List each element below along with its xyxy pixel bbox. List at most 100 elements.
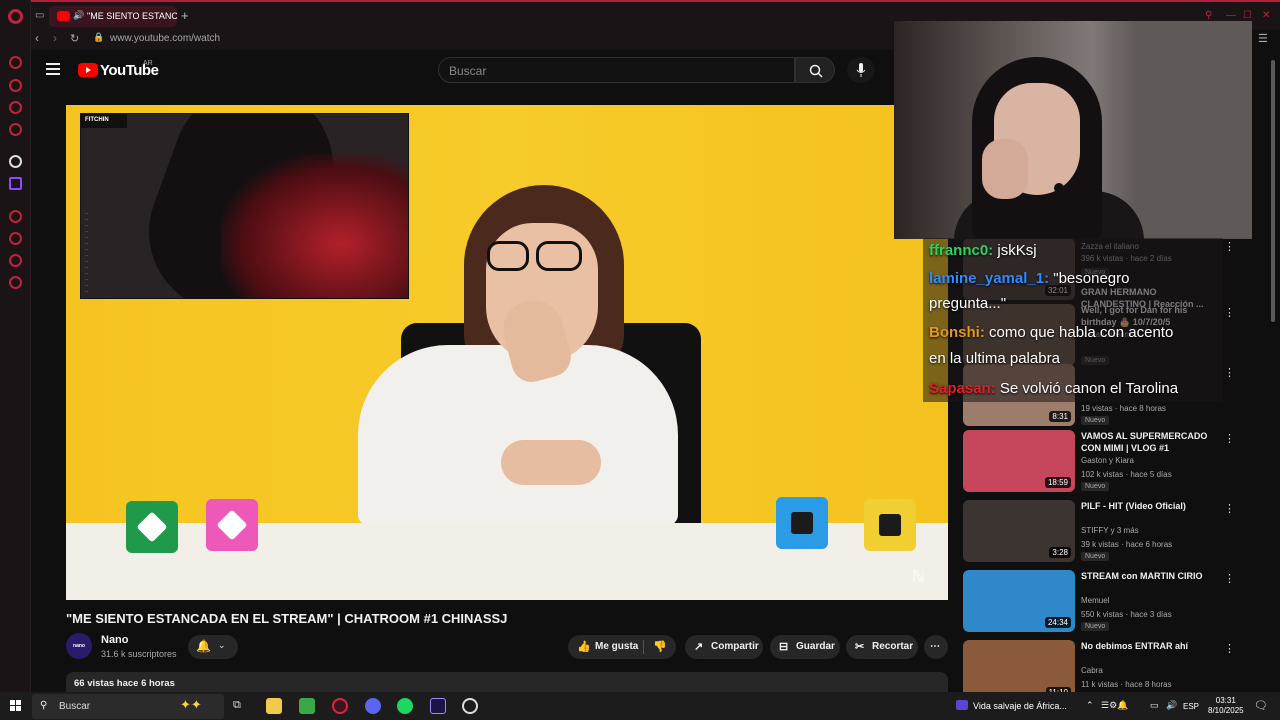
bookmarks-icon[interactable]	[9, 254, 22, 267]
video-duration: 24:34	[1044, 617, 1071, 628]
notifications-icon[interactable]: 🗨	[1254, 699, 1268, 712]
search-input[interactable]: Buscar	[438, 57, 795, 83]
tab-menu-icon[interactable]: ▭	[35, 10, 44, 21]
obs-icon[interactable]	[462, 698, 478, 714]
settings-gear-icon[interactable]	[9, 276, 22, 289]
search-button[interactable]	[795, 57, 835, 83]
overlay-chat-log: ........................................…	[85, 210, 205, 298]
recommendation-channel[interactable]: Gaston y Kiara	[1081, 456, 1134, 465]
like-divider	[643, 640, 644, 654]
recommendation-title[interactable]: VAMOS AL SUPERMERCADO CON MIMI | VLOG #1	[1081, 430, 1216, 454]
spotify-icon[interactable]	[397, 698, 413, 714]
bookmark-icon: ⊟	[779, 641, 789, 653]
webcam-wall	[1134, 21, 1252, 239]
headset-mic	[1054, 183, 1064, 193]
chat-text: jskKsj	[997, 242, 1037, 259]
chat-message: ffrannc0: jskKsj	[929, 240, 1037, 262]
forward-icon[interactable]: ›	[53, 31, 57, 45]
recommendation-item[interactable]: 18:59 VAMOS AL SUPERMERCADO CON MIMI | VL…	[963, 430, 1235, 494]
recommendation-thumbnail[interactable]: 24:34	[963, 570, 1075, 632]
search-tabs-icon[interactable]: ⚲	[1205, 10, 1212, 21]
new-badge: Nuevo	[1081, 622, 1110, 631]
chat-username: Bonshi:	[929, 324, 985, 341]
language-indicator[interactable]: ESP	[1183, 702, 1199, 711]
save-button[interactable]: ⊟ Guardar	[770, 635, 840, 659]
player-icon[interactable]	[9, 210, 22, 223]
scrollbar-thumb[interactable]	[1271, 60, 1275, 322]
close-icon[interactable]: ✕	[1262, 10, 1270, 21]
recommendation-title[interactable]: STREAM con MARTIN CIRIO	[1081, 570, 1216, 582]
new-badge: Nuevo	[1081, 552, 1110, 561]
channel-watermark-icon[interactable]: ℕ	[912, 567, 925, 587]
windows-start-icon[interactable]	[10, 700, 22, 712]
tray-chevron-icon[interactable]: ⌃	[1086, 700, 1094, 711]
diamond-icon	[216, 509, 248, 541]
minimize-icon[interactable]: —	[1226, 10, 1236, 21]
recommendation-channel[interactable]: Memuel	[1081, 596, 1109, 605]
aria-icon[interactable]	[9, 155, 22, 168]
tray-apps-icon[interactable]: ☰⚙🔔	[1101, 700, 1128, 711]
premiere-icon[interactable]	[430, 698, 446, 714]
description-box[interactable]: 66 vistas hace 6 horas	[66, 672, 948, 692]
clock-time: 03:31	[1215, 696, 1236, 705]
speaker-icon[interactable]: 🔊	[73, 10, 84, 21]
share-button[interactable]: ↗ Compartir	[685, 635, 763, 659]
share-icon: ↗	[694, 641, 704, 653]
channel-avatar[interactable]: nano	[66, 633, 92, 659]
clip-button[interactable]: ✂ Recortar	[846, 635, 918, 659]
task-view-icon[interactable]: ⧉	[233, 699, 241, 712]
instagram-icon[interactable]	[9, 123, 22, 136]
recommendation-thumbnail[interactable]: 3:28	[963, 500, 1075, 562]
app-b-icon[interactable]	[299, 698, 315, 714]
kebab-menu-icon[interactable]: ⋮	[1224, 240, 1235, 253]
kebab-menu-icon[interactable]: ⋮	[1224, 502, 1235, 515]
opera-logo-icon[interactable]	[8, 9, 23, 24]
recommendation-channel[interactable]: STIFFY y 3 más	[1081, 526, 1139, 535]
easy-setup-icon[interactable]: ☰	[1258, 32, 1268, 45]
bag-icon[interactable]	[9, 79, 22, 92]
kebab-menu-icon[interactable]: ⋮	[1224, 572, 1235, 585]
opera-taskbar-icon[interactable]	[332, 698, 348, 714]
overlay-label: FITCHIN	[81, 114, 127, 128]
channel-name[interactable]: Nano	[101, 634, 129, 646]
recommendation-item[interactable]: 24:34 STREAM con MARTIN CIRIO Memuel 550 k …	[963, 570, 1235, 634]
maximize-icon[interactable]: ☐	[1243, 10, 1252, 21]
kebab-menu-icon[interactable]: ⋮	[1224, 432, 1235, 445]
more-actions-button[interactable]: ⋯	[924, 635, 948, 659]
history-icon[interactable]	[9, 232, 22, 245]
like-label: Me gusta	[595, 641, 639, 652]
hammer-icon	[791, 512, 813, 534]
save-label: Guardar	[796, 641, 835, 652]
kebab-menu-icon[interactable]: ⋮	[1224, 642, 1235, 655]
scissors-icon: ✂	[855, 641, 865, 653]
clock[interactable]: 03:31 8/10/2025	[1208, 696, 1244, 716]
notifications-button[interactable]: 🔔 ⌄	[188, 635, 238, 659]
speed-dial-icon[interactable]	[9, 56, 22, 69]
file-explorer-icon[interactable]	[266, 698, 282, 714]
chat-text: en la ultima palabra	[929, 350, 1060, 367]
recommendation-title[interactable]: No debimos ENTRAR ahí	[1081, 640, 1216, 652]
new-badge: Nuevo	[1081, 482, 1110, 491]
discord-icon[interactable]	[365, 698, 381, 714]
volume-icon[interactable]: 🔊	[1166, 700, 1177, 711]
reload-icon[interactable]: ↻	[70, 32, 79, 45]
overlay-red-glow	[221, 154, 408, 298]
kebab-menu-icon[interactable]: ⋮	[1224, 306, 1235, 319]
recommendation-title[interactable]: PILF - HIT (Video Oficial)	[1081, 500, 1216, 512]
twitch-icon[interactable]	[9, 177, 22, 190]
url-field[interactable]: www.youtube.com/watch	[110, 33, 220, 44]
chat-text: como que habla con acento	[989, 324, 1174, 341]
messenger-icon[interactable]	[9, 101, 22, 114]
new-tab-button[interactable]: +	[181, 8, 189, 23]
recommendation-channel[interactable]: Cabra	[1081, 666, 1103, 675]
youtube-favicon-icon	[57, 11, 70, 21]
recommendation-thumbnail[interactable]: 18:59	[963, 430, 1075, 492]
hamburger-menu-icon[interactable]	[46, 63, 60, 78]
thumbs-down-icon[interactable]: 👎	[653, 640, 667, 653]
voice-search-button[interactable]	[847, 57, 875, 83]
recommendation-item[interactable]: 3:28 PILF - HIT (Video Oficial) STIFFY y 3…	[963, 500, 1235, 564]
network-icon[interactable]: ▭	[1150, 700, 1159, 711]
tray-notice[interactable]: Vida salvaje de África...	[973, 701, 1067, 711]
kebab-menu-icon[interactable]: ⋮	[1224, 366, 1235, 379]
back-icon[interactable]: ‹	[35, 31, 39, 45]
